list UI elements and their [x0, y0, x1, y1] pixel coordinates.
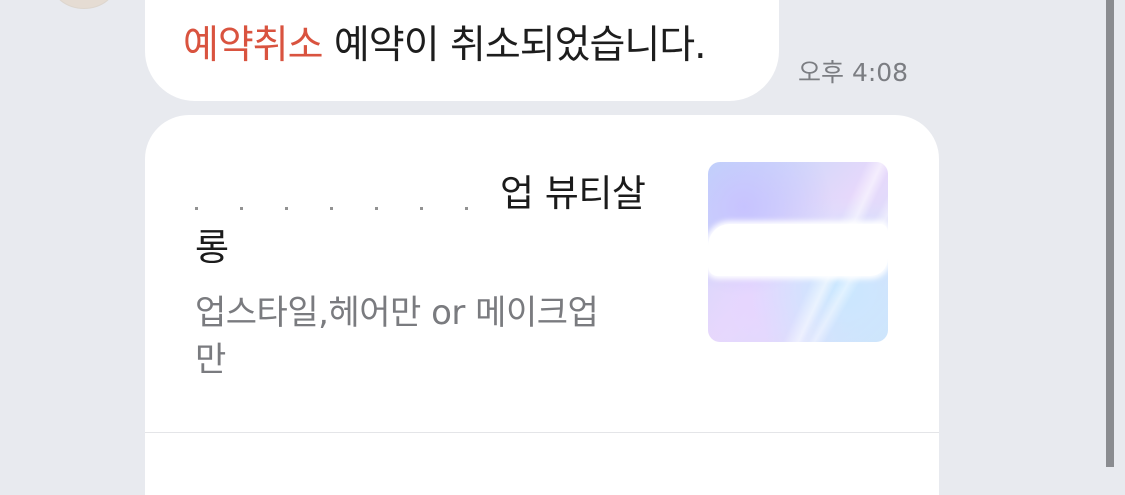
sender-avatar[interactable]	[52, 0, 116, 8]
card-title-line2: 롱	[195, 226, 229, 269]
message-bubble: 예약취소 예약이 취소되었습니다.	[145, 0, 779, 101]
card-subtitle-line2: 만	[195, 340, 226, 380]
scrollbar[interactable]	[1106, 0, 1114, 467]
redacted-name	[195, 174, 500, 218]
card-title-line1: 업 뷰티살	[195, 167, 675, 221]
card-subtitle: 업스타일,헤어만 or 메이크업 만	[195, 290, 665, 384]
message-body: 예약이 취소되었습니다.	[322, 23, 707, 68]
salon-info-card[interactable]: 업 뷰티살 롱 업스타일,헤어만 or 메이크업 만	[145, 115, 939, 495]
card-subtitle-line1: 업스타일,헤어만 or 메이크업	[195, 293, 599, 333]
thumbnail-redaction	[708, 224, 888, 276]
card-title-visible: 업 뷰티살	[500, 172, 646, 215]
salon-thumbnail-image[interactable]	[708, 162, 888, 342]
card-divider	[145, 432, 939, 433]
message-timestamp: 오후 4:08	[798, 58, 909, 87]
reservation-cancel-tag: 예약취소	[183, 23, 324, 68]
card-title: 업 뷰티살 롱	[195, 167, 675, 275]
message-text: 예약취소 예약이 취소되었습니다.	[183, 20, 707, 72]
